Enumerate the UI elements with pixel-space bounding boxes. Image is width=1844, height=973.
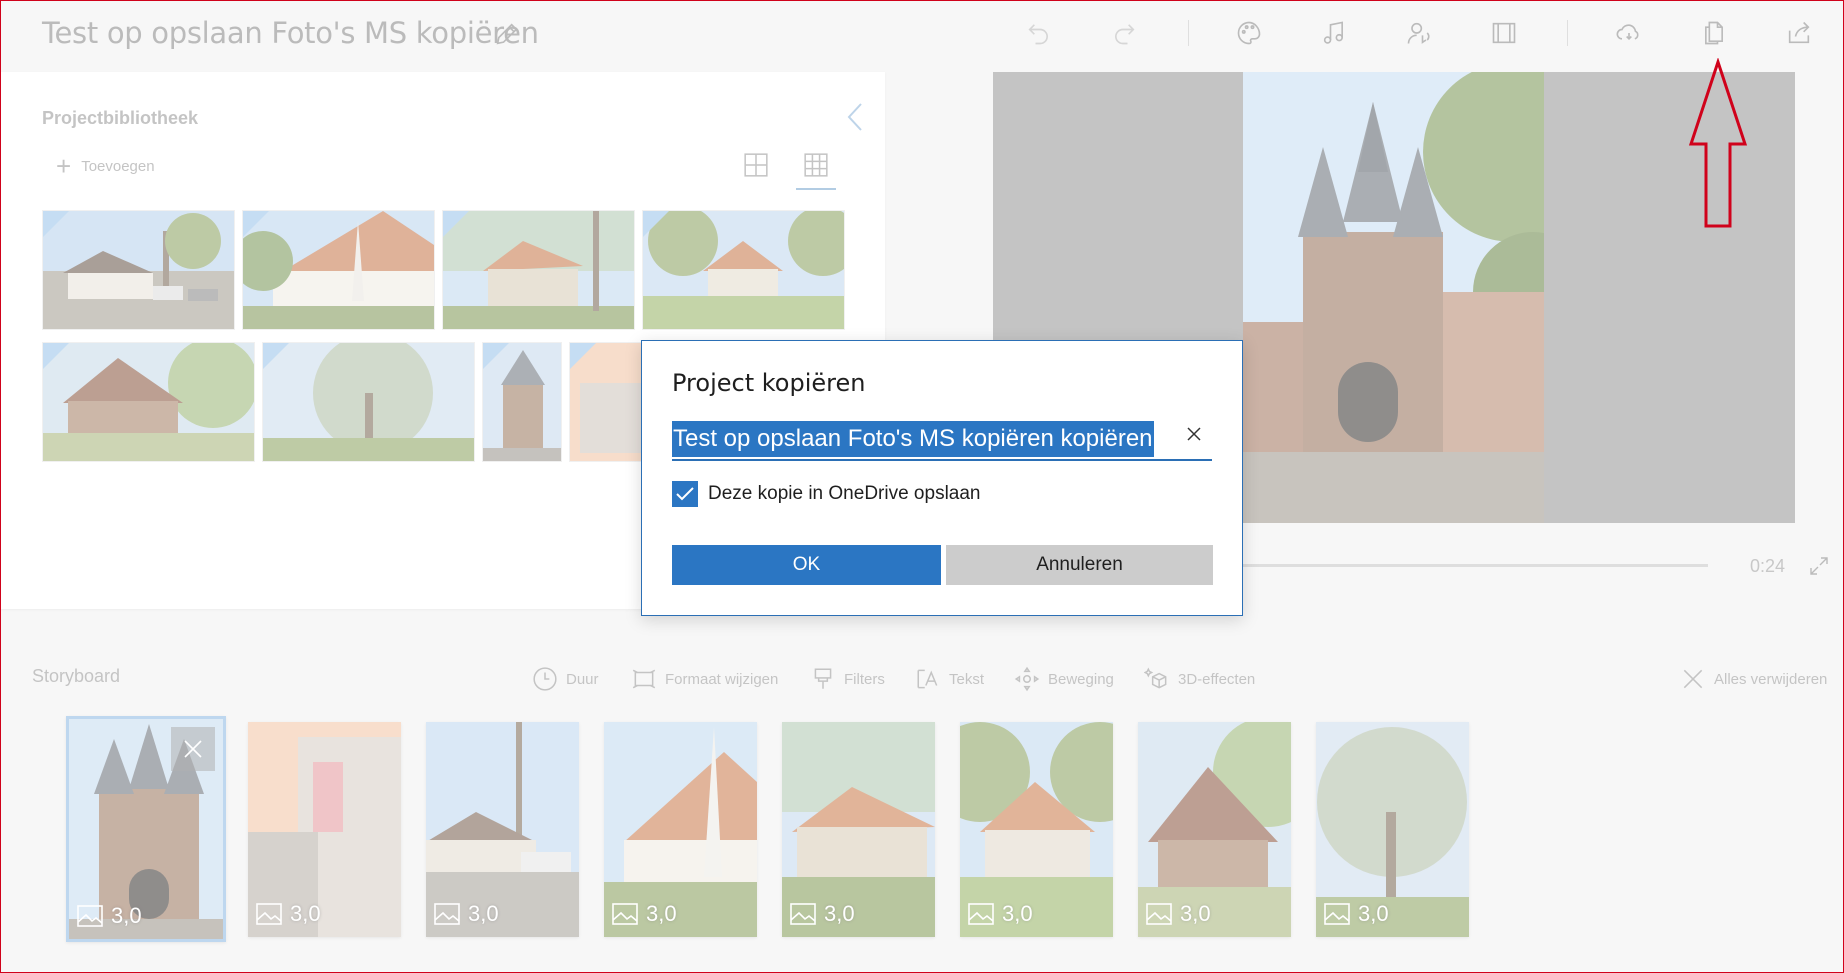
onedrive-checkbox-row[interactable]: Deze kopie in OneDrive opslaan xyxy=(672,481,981,507)
onedrive-checkbox[interactable] xyxy=(672,481,698,507)
clear-input-button[interactable] xyxy=(1182,423,1206,447)
project-name-field[interactable]: Test op opslaan Foto's MS kopiëren kopië… xyxy=(672,421,1212,461)
project-name-input[interactable]: Test op opslaan Foto's MS kopiëren kopië… xyxy=(672,421,1154,457)
cancel-button[interactable]: Annuleren xyxy=(946,545,1213,585)
close-icon xyxy=(1187,427,1201,441)
red-arrow-annotation xyxy=(1688,58,1748,228)
dialog-title: Project kopiëren xyxy=(672,369,866,397)
ok-button[interactable]: OK xyxy=(672,545,941,585)
onedrive-checkbox-label: Deze kopie in OneDrive opslaan xyxy=(708,483,981,504)
checkmark-icon xyxy=(676,487,694,501)
copy-project-dialog: Project kopiëren Test op opslaan Foto's … xyxy=(641,340,1243,616)
